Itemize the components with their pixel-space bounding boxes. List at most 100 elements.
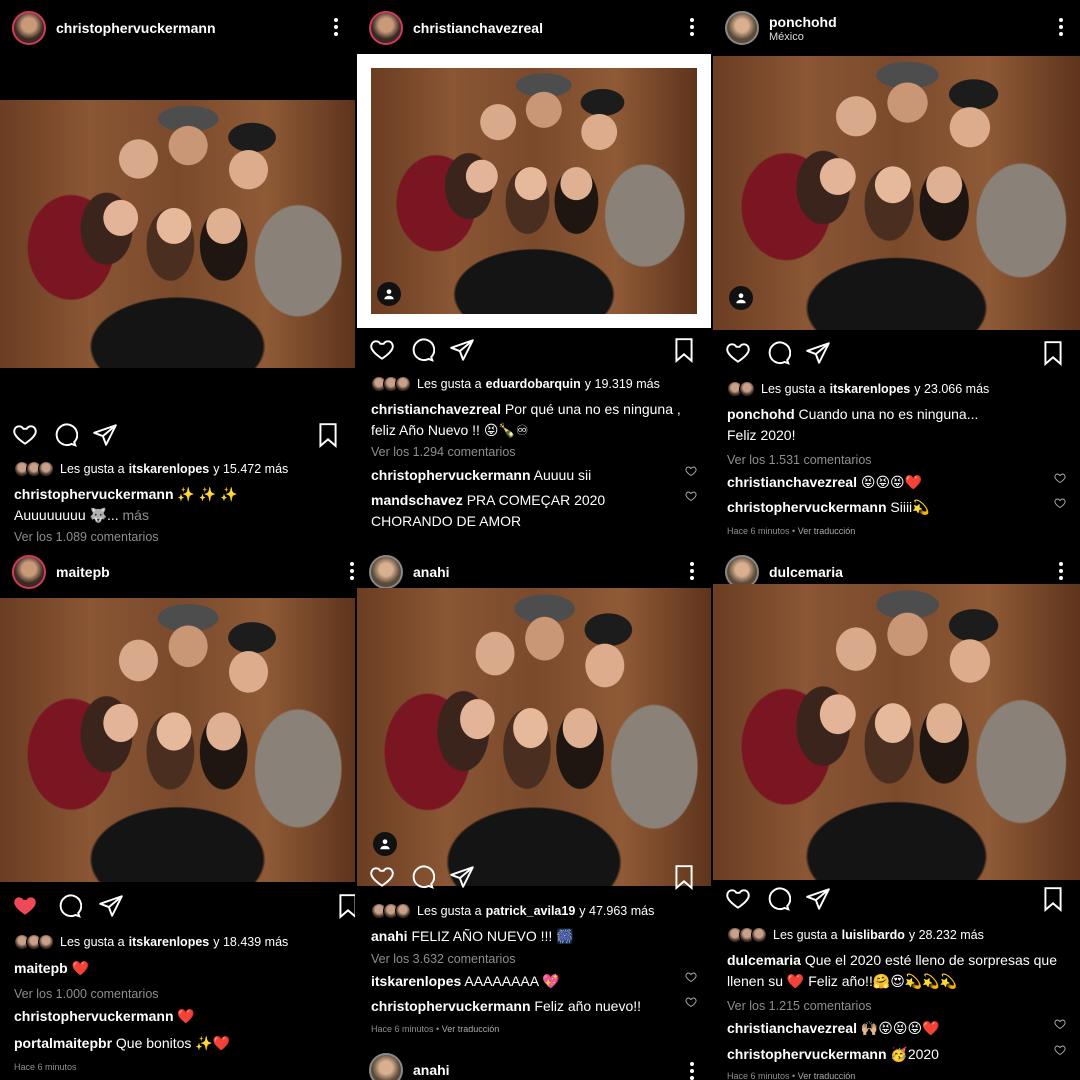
comment-like-icon[interactable] bbox=[685, 996, 697, 1008]
view-comments-link[interactable]: Ver los 1.294 comentarios bbox=[371, 445, 516, 459]
likes-line[interactable]: Les gusta a luislibardo y 28.232 más bbox=[727, 927, 1072, 943]
share-icon[interactable] bbox=[98, 893, 126, 921]
avatar[interactable] bbox=[725, 11, 759, 45]
share-icon[interactable] bbox=[449, 337, 477, 365]
comment: christianchavezreal 🙌🏼😝😝😝❤️ bbox=[727, 1020, 940, 1036]
post-header: ponchohd México bbox=[713, 0, 1080, 56]
heart-icon[interactable] bbox=[369, 864, 397, 892]
likes-line[interactable]: Les gusta a itskarenlopes y 18.439 más bbox=[14, 934, 347, 950]
view-comments-link[interactable]: Ver los 1.089 comentarios bbox=[14, 530, 159, 542]
avatar[interactable] bbox=[369, 555, 403, 589]
post-header: christophervuckermann bbox=[0, 0, 355, 56]
more-options-icon[interactable] bbox=[689, 18, 695, 36]
comment-icon[interactable] bbox=[409, 864, 437, 892]
post-photo[interactable] bbox=[713, 584, 1080, 880]
more-options-icon[interactable] bbox=[333, 18, 339, 36]
avatar[interactable] bbox=[12, 555, 46, 589]
caption: ponchohd Cuando una no es ninguna... Fel… bbox=[727, 406, 979, 443]
comment: christophervuckermann 🥳2020 bbox=[727, 1046, 939, 1062]
post-christophervuckermann: christophervuckermann Les gusta a itskar… bbox=[0, 0, 355, 542]
action-bar bbox=[12, 422, 343, 450]
comment-icon[interactable] bbox=[409, 337, 437, 365]
heart-icon[interactable] bbox=[12, 422, 40, 450]
post-photo[interactable] bbox=[0, 598, 355, 882]
comment-icon[interactable] bbox=[56, 893, 84, 921]
avatar[interactable] bbox=[369, 1053, 403, 1080]
post-timestamp: Hace 6 minutos • Ver traducción bbox=[727, 1071, 856, 1080]
bookmark-icon[interactable] bbox=[315, 422, 343, 450]
more-options-icon[interactable] bbox=[1058, 18, 1064, 36]
liker-avatars bbox=[727, 381, 755, 397]
post-maitepb: maitepb Les gusta a itskarenlopes y 18.4… bbox=[0, 544, 355, 1080]
more-options-icon[interactable] bbox=[689, 562, 695, 580]
post-username[interactable]: christophervuckermann bbox=[56, 20, 216, 36]
comment-icon[interactable] bbox=[765, 886, 793, 914]
user-tag-icon[interactable] bbox=[373, 832, 397, 856]
next-post-header: anahi bbox=[357, 1050, 711, 1080]
comment: christophervuckermann ❤️ bbox=[14, 1008, 195, 1024]
comment-like-icon[interactable] bbox=[685, 971, 697, 983]
heart-icon[interactable] bbox=[725, 340, 753, 368]
more-options-icon[interactable] bbox=[1058, 562, 1064, 580]
post-photo[interactable] bbox=[713, 56, 1080, 330]
comment-like-icon[interactable] bbox=[685, 490, 697, 502]
liker-avatars bbox=[371, 376, 411, 392]
caption: maitepb ❤️ bbox=[14, 960, 90, 976]
caption: christianchavezreal Por qué una no es ni… bbox=[371, 401, 681, 438]
bookmark-icon[interactable] bbox=[671, 337, 699, 365]
likes-line[interactable]: Les gusta a eduardobarquin y 19.319 más bbox=[371, 376, 703, 392]
post-christianchavezreal: christianchavezreal Les gusta a eduardob… bbox=[357, 0, 711, 542]
share-icon[interactable] bbox=[449, 864, 477, 892]
post-username[interactable]: anahi bbox=[413, 1062, 450, 1078]
post-photo[interactable] bbox=[357, 588, 711, 886]
heart-icon-liked[interactable] bbox=[12, 893, 40, 921]
share-icon[interactable] bbox=[805, 340, 833, 368]
post-username[interactable]: anahi bbox=[413, 564, 450, 580]
comment: christophervuckermann Auuuu sii bbox=[371, 467, 592, 483]
likes-line[interactable]: Les gusta a itskarenlopes y 15.472 más bbox=[14, 461, 347, 477]
translate-link[interactable]: Ver traducción bbox=[798, 1071, 856, 1080]
likes-line[interactable]: Les gusta a patrick_avila19 y 47.963 más bbox=[371, 903, 703, 919]
post-username[interactable]: dulcemaria bbox=[769, 564, 843, 580]
bookmark-icon[interactable] bbox=[1040, 340, 1068, 368]
post-username[interactable]: maitepb bbox=[56, 564, 110, 580]
caption: dulcemaria Que el 2020 esté lleno de sor… bbox=[727, 952, 1057, 989]
share-icon[interactable] bbox=[805, 886, 833, 914]
view-comments-link[interactable]: Ver los 1.531 comentarios bbox=[727, 453, 872, 467]
post-username[interactable]: ponchohd bbox=[769, 14, 837, 30]
more-options-icon[interactable] bbox=[689, 1062, 695, 1080]
user-tag-icon[interactable] bbox=[377, 282, 401, 306]
post-anahi: anahi Les gusta a patrick_avila19 y 47.9… bbox=[357, 544, 711, 1080]
avatar[interactable] bbox=[12, 11, 46, 45]
comment-like-icon[interactable] bbox=[1054, 1044, 1066, 1056]
post-photo[interactable] bbox=[357, 54, 711, 328]
comment: christophervuckermann Feliz año nuevo!! bbox=[371, 998, 642, 1014]
view-comments-link[interactable]: Ver los 1.000 comentarios bbox=[14, 987, 159, 1001]
more-options-icon[interactable] bbox=[349, 562, 355, 580]
translate-link[interactable]: Ver traducción bbox=[442, 1024, 500, 1034]
translate-link[interactable]: Ver traducción bbox=[798, 526, 856, 536]
view-comments-link[interactable]: Ver los 3.632 comentarios bbox=[371, 952, 516, 966]
comment-like-icon[interactable] bbox=[685, 465, 697, 477]
post-username[interactable]: christianchavezreal bbox=[413, 20, 543, 36]
likes-line[interactable]: Les gusta a itskarenlopes y 23.066 más bbox=[727, 381, 1072, 397]
user-tag-icon[interactable] bbox=[729, 286, 753, 310]
heart-icon[interactable] bbox=[369, 337, 397, 365]
comment-icon[interactable] bbox=[52, 422, 80, 450]
comment: christophervuckermann Siiii💫 bbox=[727, 499, 930, 515]
comment-like-icon[interactable] bbox=[1054, 497, 1066, 509]
action-bar bbox=[725, 886, 1068, 914]
comment-like-icon[interactable] bbox=[1054, 472, 1066, 484]
heart-icon[interactable] bbox=[725, 886, 753, 914]
comment-like-icon[interactable] bbox=[1054, 1018, 1066, 1030]
bookmark-icon[interactable] bbox=[335, 893, 355, 921]
avatar[interactable] bbox=[369, 11, 403, 45]
view-comments-link[interactable]: Ver los 1.215 comentarios bbox=[727, 999, 872, 1013]
comment: mandschavez PRA COMEÇAR 2020 bbox=[371, 492, 606, 508]
share-icon[interactable] bbox=[92, 422, 120, 450]
comment-icon[interactable] bbox=[765, 340, 793, 368]
bookmark-icon[interactable] bbox=[1040, 886, 1068, 914]
bookmark-icon[interactable] bbox=[671, 864, 699, 892]
post-location[interactable]: México bbox=[769, 31, 837, 43]
post-photo[interactable] bbox=[0, 100, 355, 368]
